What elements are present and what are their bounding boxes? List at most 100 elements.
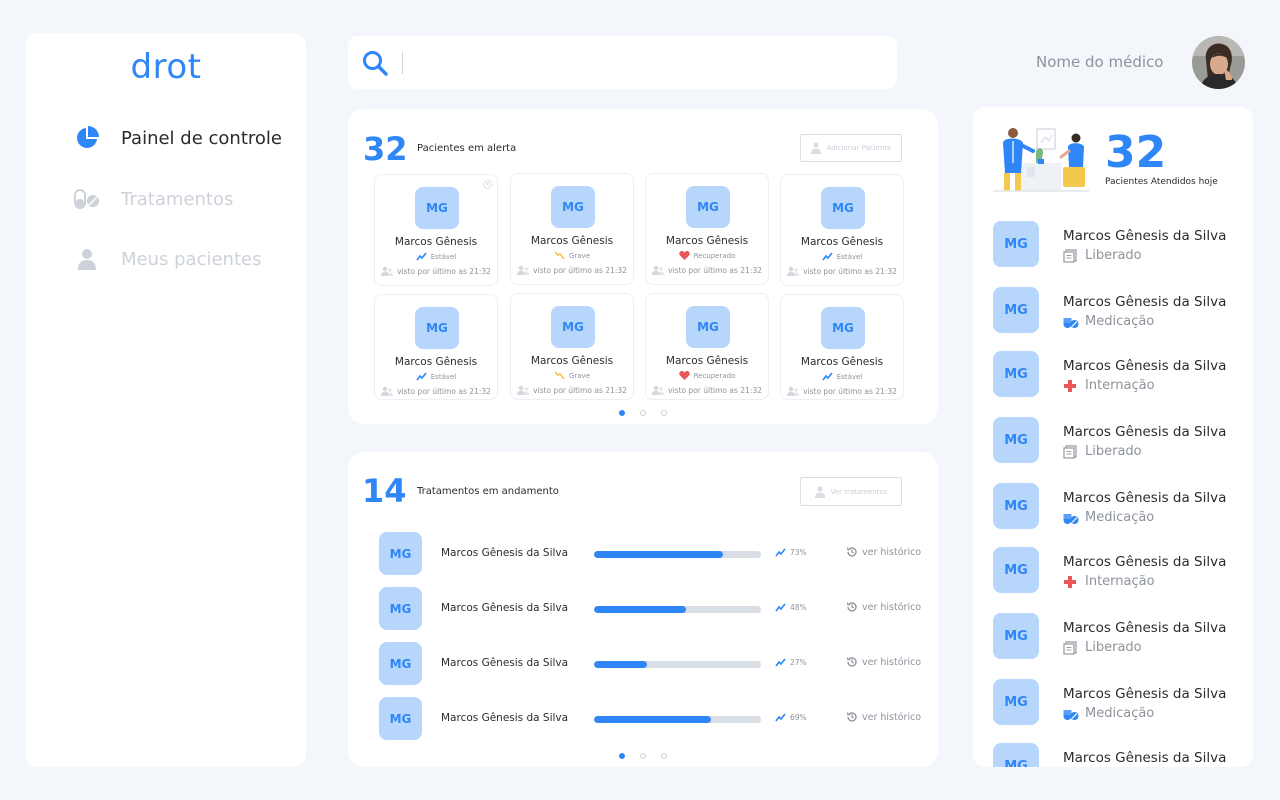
patient-card[interactable]: MG Marcos Gênesis Estável visto por últi… — [780, 294, 904, 400]
last-seen: visto por último as 21:32 — [375, 386, 497, 396]
search-bar[interactable] — [348, 36, 897, 89]
history-label: ver histórico — [862, 711, 922, 723]
patient-name: Marcos Gênesis — [394, 356, 478, 368]
patient-status: Recuperado — [646, 371, 768, 380]
user-group-icon — [517, 265, 530, 275]
view-treatments-button[interactable]: Ver tratamentos — [800, 477, 902, 506]
attended-status: Liberado — [1063, 640, 1142, 655]
attended-item[interactable]: MG Marcos Gênesis da Silva Internação — [993, 547, 1243, 593]
patient-status: Estável — [375, 372, 497, 381]
attended-status: Medicação — [1063, 314, 1154, 329]
doctor-avatar[interactable] — [1192, 36, 1245, 89]
alert-pagination — [619, 410, 682, 416]
patient-status: Grave — [511, 371, 633, 380]
nav-item-tratamentos[interactable]: Tratamentos — [72, 184, 233, 214]
patient-card[interactable]: MG Marcos Gênesis Estável visto por últi… — [780, 174, 904, 286]
patient-card[interactable]: MG Marcos Gênesis Estável visto por últi… — [374, 294, 498, 400]
attended-item[interactable]: MG Marcos Gênesis da Silva — [993, 743, 1243, 767]
history-link[interactable]: ver histórico — [846, 711, 921, 723]
user-group-icon — [381, 386, 394, 396]
nav-item-meus-pacientes[interactable]: Meus pacientes — [72, 244, 261, 274]
attended-status-label: Internação — [1085, 378, 1155, 393]
treatments-title: Tratamentos em andamento — [417, 486, 559, 497]
attended-status-label: Liberado — [1085, 248, 1142, 263]
patient-name: Marcos Gênesis da Silva — [1063, 424, 1227, 440]
patient-initials: MG — [551, 306, 595, 348]
last-seen-label: visto por último as 21:32 — [803, 386, 897, 396]
attended-item[interactable]: MG Marcos Gênesis da Silva Internação — [993, 351, 1243, 397]
patient-name: Marcos Gênesis — [665, 355, 749, 367]
attended-item[interactable]: MG Marcos Gênesis da Silva Medicação — [993, 287, 1243, 333]
patient-status: Estável — [781, 372, 903, 381]
doctor-consultation-illustration — [991, 123, 1091, 195]
last-seen: visto por último as 21:32 — [511, 385, 633, 395]
trend-up-icon — [775, 713, 786, 722]
search-input[interactable] — [415, 53, 897, 72]
attended-item[interactable]: MG Marcos Gênesis da Silva Medicação — [993, 679, 1243, 725]
patient-card[interactable]: MG Marcos Gênesis Recuperado visto por ú… — [645, 173, 769, 285]
app-logo[interactable]: drot — [26, 47, 306, 87]
patient-status-label: Estável — [836, 252, 863, 261]
history-icon — [846, 711, 858, 723]
patient-status-label: Estável — [836, 372, 863, 381]
patient-status-label: Grave — [568, 251, 591, 260]
close-icon[interactable]: × — [483, 180, 492, 189]
treatment-row[interactable]: MG Marcos Gênesis da Silva 27% ver histó… — [378, 642, 928, 686]
user-group-icon — [652, 385, 665, 395]
doctor-name[interactable]: Nome do médico — [1036, 53, 1163, 71]
history-link[interactable]: ver histórico — [846, 546, 921, 558]
progress-bar — [594, 606, 761, 613]
patient-card[interactable]: MG Marcos Gênesis Grave visto por último… — [510, 293, 634, 400]
attended-status: Liberado — [1063, 444, 1142, 459]
pagination-dot-1[interactable] — [619, 753, 625, 759]
nav-label: Tratamentos — [121, 188, 234, 210]
user-group-icon — [787, 266, 800, 276]
patient-initials: MG — [379, 587, 422, 630]
pills-icon — [1063, 511, 1079, 525]
pagination-dot-3[interactable] — [661, 410, 667, 416]
attended-status: Medicação — [1063, 706, 1154, 721]
treatments-pagination — [619, 753, 682, 759]
patient-initials: MG — [379, 697, 422, 740]
last-seen-label: visto por último as 21:32 — [668, 385, 762, 395]
trend-up-icon — [416, 372, 427, 381]
last-seen: visto por último as 21:32 — [646, 385, 768, 395]
attended-item[interactable]: MG Marcos Gênesis da Silva Liberado — [993, 613, 1243, 659]
patient-initials: MG — [551, 186, 595, 228]
pagination-dot-2[interactable] — [640, 753, 646, 759]
add-patient-button[interactable]: Adicionar Paciente — [800, 134, 902, 162]
patient-name: Marcos Gênesis da Silva — [1063, 750, 1227, 766]
progress-percent: 69% — [775, 713, 807, 722]
patient-card[interactable]: MG Marcos Gênesis Grave visto por último… — [510, 173, 634, 285]
view-treatments-label: Ver tratamentos — [830, 487, 888, 496]
search-icon[interactable] — [361, 49, 389, 77]
pagination-dot-1[interactable] — [619, 410, 625, 416]
pagination-dot-3[interactable] — [661, 753, 667, 759]
patient-card[interactable]: MG Marcos Gênesis Recuperado visto por ú… — [645, 293, 769, 400]
document-icon — [1063, 248, 1077, 263]
attended-item[interactable]: MG Marcos Gênesis da Silva Medicação — [993, 483, 1243, 529]
document-icon — [1063, 640, 1077, 655]
treatment-row[interactable]: MG Marcos Gênesis da Silva 48% ver histó… — [378, 587, 928, 631]
trend-up-icon — [416, 252, 427, 261]
user-group-icon — [787, 386, 800, 396]
treatment-row[interactable]: MG Marcos Gênesis da Silva 73% ver histó… — [378, 532, 928, 576]
attended-status-label: Liberado — [1085, 640, 1142, 655]
last-seen: visto por último as 21:32 — [646, 265, 768, 275]
nav-item-painel-de-controle[interactable]: Painel de controle — [72, 123, 282, 153]
treatment-row[interactable]: MG Marcos Gênesis da Silva 69% ver histó… — [378, 697, 928, 741]
patient-status-label: Grave — [568, 371, 591, 380]
patient-initials: MG — [821, 307, 865, 349]
progress-percent-label: 27% — [790, 658, 807, 667]
attended-status: Internação — [1063, 378, 1155, 393]
attended-item[interactable]: MG Marcos Gênesis da Silva Liberado — [993, 417, 1243, 463]
history-link[interactable]: ver histórico — [846, 601, 921, 613]
sidebar: drot Painel de controle Tratamentos Meus… — [26, 33, 306, 767]
attended-item[interactable]: MG Marcos Gênesis da Silva Liberado — [993, 221, 1243, 267]
patient-card[interactable]: × MG Marcos Gênesis Estável visto por úl… — [374, 174, 498, 286]
pagination-dot-2[interactable] — [640, 410, 646, 416]
history-label: ver histórico — [862, 601, 922, 613]
history-link[interactable]: ver histórico — [846, 656, 921, 668]
patient-initials: MG — [993, 351, 1039, 397]
attended-label: Pacientes Atendidos hoje — [1105, 177, 1218, 187]
